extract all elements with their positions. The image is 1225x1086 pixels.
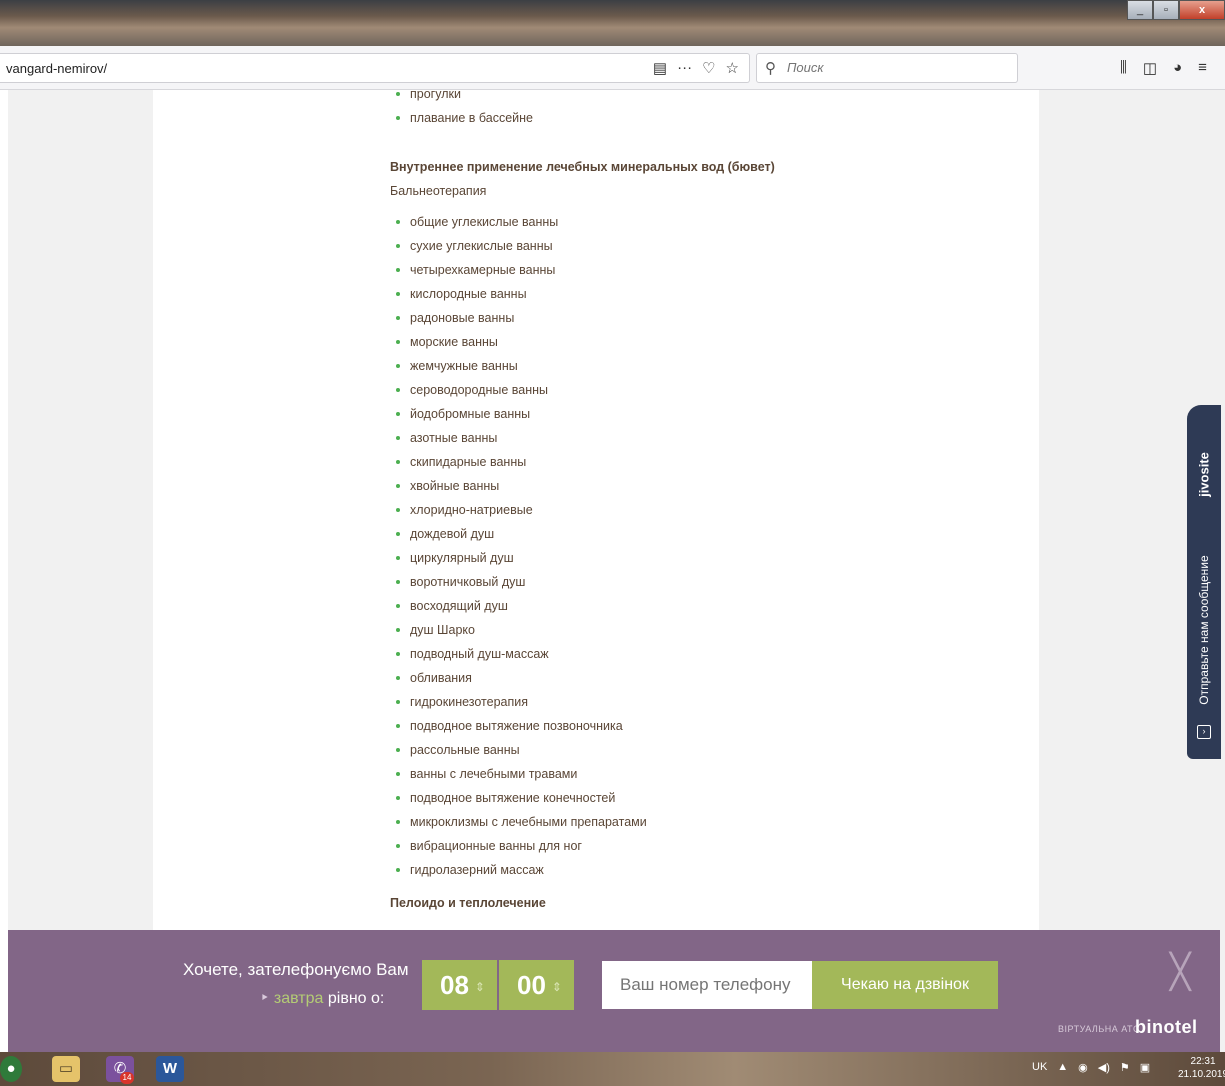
callback-question: Хочете, зателефонуємо Вам (183, 960, 409, 979)
chat-widget-tab[interactable]: jivosite Отправьте нам сообщение › (1187, 405, 1221, 759)
list-item: плавание в бассейне (390, 106, 533, 130)
list-item: морские ванны (390, 330, 647, 354)
file-explorer-icon[interactable]: ▭ (52, 1056, 80, 1082)
list-item: йодобромные ванны (390, 402, 647, 426)
sidebar-icon[interactable]: ◫ (1143, 59, 1157, 77)
chat-message-label: Отправьте нам сообщение (1197, 555, 1211, 705)
extension-icon[interactable]: ◕ (1173, 59, 1182, 77)
minimize-button[interactable]: _ (1127, 0, 1153, 20)
phone-input[interactable] (602, 961, 812, 1009)
word-app-icon[interactable]: W (156, 1056, 184, 1082)
list-item: воротничковый душ (390, 570, 647, 594)
chrome-app-icon[interactable]: ● (0, 1056, 22, 1082)
list-item: гидролазерний массаж (390, 858, 647, 882)
language-indicator[interactable]: UK (1032, 1061, 1047, 1074)
list-item: микроклизмы с лечебными препаратами (390, 810, 647, 834)
search-input[interactable] (787, 60, 1007, 75)
list-item: душ Шарко (390, 618, 647, 642)
section-subheading-balneotherapy: Бальнеотерапия (390, 184, 487, 198)
close-icon[interactable]: ╳ (1170, 952, 1190, 992)
flag-icon[interactable]: ⚑ (1120, 1061, 1130, 1074)
tray-expand-icon[interactable]: ▲ (1057, 1061, 1068, 1074)
menu-icon[interactable]: ≡ (1198, 59, 1207, 77)
list-item: восходящий душ (390, 594, 647, 618)
reader-view-icon[interactable]: ▤ (653, 59, 667, 77)
list-item: обливания (390, 666, 647, 690)
tray-app-icon[interactable]: ◉ (1078, 1061, 1088, 1074)
chat-message-prompt: Отправьте нам сообщение (1190, 535, 1218, 725)
pocket-icon[interactable]: ♡ (702, 59, 715, 77)
hours-spinner-icon[interactable]: ⇕ (475, 980, 485, 994)
maximize-button[interactable]: ▫ (1153, 0, 1179, 20)
list-item: ванны с лечебными травами (390, 762, 647, 786)
toolbar-right-icons: ⫼ ◫ ◕ ≡ (1120, 59, 1207, 77)
minutes-spinner-icon[interactable]: ⇕ (552, 980, 562, 994)
library-icon[interactable]: ⫼ (1120, 59, 1127, 77)
os-taskbar: ● ▭ ✆ 14 W UK ▲ ◉ ◀) ⚑ ▣ 22:31 21.10.201… (0, 1052, 1225, 1086)
list-item: вибрационные ванны для ног (390, 834, 647, 858)
system-tray: UK ▲ ◉ ◀) ⚑ ▣ (1032, 1061, 1150, 1074)
list-item: четырехкамерные ванны (390, 258, 647, 282)
clock-date: 21.10.2019 (1178, 1069, 1225, 1080)
list-item: хвойные ванны (390, 474, 647, 498)
minutes-value: 00 (517, 970, 546, 1000)
viber-badge: 14 (120, 1072, 134, 1084)
page-content: прогулки плавание в бассейне Внутреннее … (153, 87, 1039, 1052)
minutes-stepper[interactable]: 00 ⇕ (499, 960, 574, 1010)
section-heading-internal: Внутреннее применение лечебных минеральн… (390, 160, 775, 174)
list-item: хлоридно-натриевые (390, 498, 647, 522)
chat-brand: jivosite (1190, 445, 1218, 505)
bookmark-star-icon[interactable]: ☆ (726, 59, 739, 77)
chat-expand-icon: › (1197, 725, 1211, 739)
system-clock[interactable]: 22:31 21.10.2019 (1178, 1055, 1225, 1081)
volume-icon[interactable]: ◀) (1098, 1061, 1110, 1074)
address-bar[interactable]: vangard-nemirov/ ▤ ··· ♡ ☆ (0, 53, 750, 83)
page-actions-icon[interactable]: ··· (677, 59, 692, 77)
close-window-button[interactable]: x (1179, 0, 1225, 20)
list-item: рассольные ванны (390, 738, 647, 762)
list-item: прогулки (390, 82, 533, 106)
callback-day-select[interactable]: завтра (260, 990, 323, 1007)
balneotherapy-list: общие углекислые ванны сухие углекислые … (390, 210, 647, 882)
search-bar[interactable]: ⚲ (756, 53, 1018, 83)
list-item: подводный душ-массаж (390, 642, 647, 666)
list-item: подводное вытяжение конечностей (390, 786, 647, 810)
list-item: скипидарные ванны (390, 450, 647, 474)
provider-logo: binotel (1135, 1017, 1198, 1037)
address-bar-icons: ▤ ··· ♡ ☆ (653, 59, 739, 77)
url-text: vangard-nemirov/ (6, 61, 108, 76)
clock-time: 22:31 (1190, 1056, 1216, 1067)
callback-when: завтра рівно о: (260, 988, 384, 1008)
window-titlebar: _ ▫ x (0, 0, 1225, 46)
list-item: подводное вытяжение позвоночника (390, 714, 647, 738)
list-item: сухие углекислые ванны (390, 234, 647, 258)
window-controls: _ ▫ x (1127, 0, 1225, 20)
chat-brand-label: jivosite (1196, 452, 1212, 497)
callback-at-label: рівно о: (327, 990, 385, 1007)
list-item: дождевой душ (390, 522, 647, 546)
provider-label: ВІРТУАЛЬНА АТС (1058, 1024, 1141, 1034)
callback-submit-button[interactable]: Чекаю на дзвінок (812, 961, 998, 1009)
search-icon: ⚲ (765, 60, 776, 77)
top-procedure-list: прогулки плавание в бассейне (390, 87, 533, 146)
list-item: кислородные ванны (390, 282, 647, 306)
hours-stepper[interactable]: 08 ⇕ (422, 960, 497, 1010)
list-item: гидрокинезотерапия (390, 690, 647, 714)
section-heading-peloid: Пелоидо и теплолечение (390, 896, 546, 910)
hours-value: 08 (440, 970, 469, 1000)
browser-toolbar: vangard-nemirov/ ▤ ··· ♡ ☆ ⚲ ⫼ ◫ ◕ ≡ (0, 46, 1225, 90)
list-item: общие углекислые ванны (390, 210, 647, 234)
callback-bar: Хочете, зателефонуємо Вам завтра рівно о… (8, 930, 1220, 1052)
list-item: радоновые ванны (390, 306, 647, 330)
network-icon[interactable]: ▣ (1140, 1061, 1150, 1074)
list-item: азотные ванны (390, 426, 647, 450)
list-item: циркулярный душ (390, 546, 647, 570)
list-item: жемчужные ванны (390, 354, 647, 378)
list-item: сероводородные ванны (390, 378, 647, 402)
